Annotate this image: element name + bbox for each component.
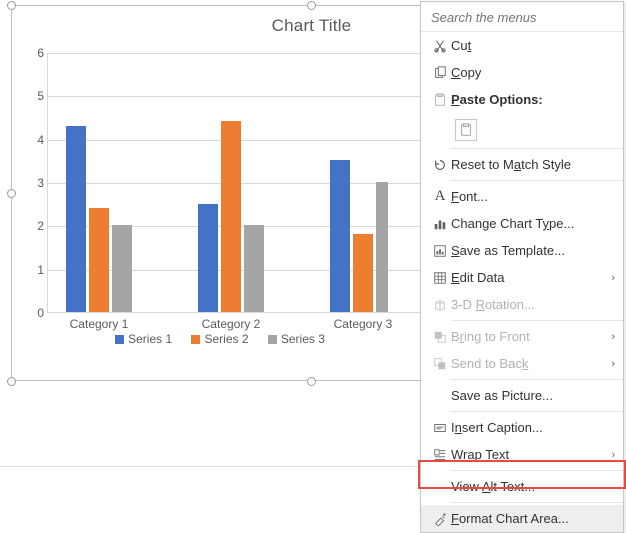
legend-label: Series 1 [128, 332, 172, 346]
x-axis-category-label: Category 2 [181, 317, 281, 331]
caption-icon [429, 421, 451, 435]
plot-area[interactable]: 0123456Category 1Category 2Category 3 [47, 53, 420, 313]
menu-label: Reset to Match Style [451, 157, 615, 172]
menu-item-paste-options: Paste Options: [421, 86, 623, 113]
gridline [48, 96, 420, 97]
y-axis-tick-label: 2 [30, 219, 44, 233]
menu-item-wrap-text[interactable]: Wrap Text › [421, 441, 623, 468]
menu-item-3d-rotation: 3-D Rotation... [421, 291, 623, 318]
menu-label: Change Chart Type... [451, 216, 615, 231]
menu-label: Copy [451, 65, 615, 80]
menu-search-box[interactable] [421, 2, 623, 32]
menu-label: Save as Picture... [451, 388, 615, 403]
chart-legend[interactable]: Series 1 Series 2 Series 3 [12, 332, 420, 346]
legend-swatch-series1 [115, 335, 124, 344]
resize-handle-top[interactable] [307, 1, 316, 10]
menu-label: Paste Options: [451, 92, 615, 107]
menu-label: Wrap Text [451, 447, 611, 462]
data-bar[interactable] [244, 225, 264, 312]
menu-item-bring-front: Bring to Front › [421, 323, 623, 350]
data-bar[interactable] [376, 182, 388, 312]
save-template-icon [429, 244, 451, 258]
menu-separator [451, 379, 623, 380]
menu-item-save-picture[interactable]: Save as Picture... [421, 382, 623, 409]
y-axis-tick-label: 4 [30, 133, 44, 147]
menu-label: Cut [451, 38, 615, 53]
y-axis-tick-label: 6 [30, 46, 44, 60]
menu-label: View Alt Text... [451, 479, 615, 494]
bring-front-icon [429, 330, 451, 344]
legend-swatch-series2 [191, 335, 200, 344]
submenu-arrow-icon: › [611, 449, 615, 461]
chart-context-menu: Cut Copy Paste Options: Reset to Match S… [420, 1, 624, 533]
wrap-text-icon [429, 448, 451, 462]
menu-label: Edit Data [451, 270, 611, 285]
resize-handle-left[interactable] [7, 189, 16, 198]
resize-handle-bottom[interactable] [307, 377, 316, 386]
box-3d-icon [429, 298, 451, 312]
menu-search-input[interactable] [429, 6, 615, 28]
data-bar[interactable] [89, 208, 109, 312]
cut-icon [429, 39, 451, 53]
menu-item-insert-caption[interactable]: Insert Caption... [421, 414, 623, 441]
send-back-icon [429, 357, 451, 371]
data-bar[interactable] [353, 234, 373, 312]
paste-options-row [421, 113, 623, 146]
legend-label: Series 3 [281, 332, 325, 346]
menu-separator [451, 411, 623, 412]
menu-item-reset-style[interactable]: Reset to Match Style [421, 151, 623, 178]
submenu-arrow-icon: › [611, 272, 615, 284]
data-bar[interactable] [112, 225, 132, 312]
menu-separator [451, 502, 623, 503]
menu-separator [451, 180, 623, 181]
menu-item-copy[interactable]: Copy [421, 59, 623, 86]
data-bar[interactable] [330, 160, 350, 312]
menu-label: Format Chart Area... [451, 511, 615, 526]
menu-label: Font... [451, 189, 615, 204]
resize-handle-top-left[interactable] [7, 1, 16, 10]
menu-separator [451, 320, 623, 321]
data-bar[interactable] [221, 121, 241, 312]
submenu-arrow-icon: › [611, 331, 615, 343]
chart-type-icon [429, 217, 451, 231]
menu-item-change-chart-type[interactable]: Change Chart Type... [421, 210, 623, 237]
y-axis-tick-label: 5 [30, 89, 44, 103]
data-bar[interactable] [198, 204, 218, 312]
menu-separator [451, 470, 623, 471]
menu-label: Save as Template... [451, 243, 615, 258]
y-axis-tick-label: 1 [30, 263, 44, 277]
x-axis-category-label: Category 1 [49, 317, 149, 331]
menu-label: Send to Back [451, 356, 611, 371]
reset-icon [429, 158, 451, 172]
legend-swatch-series3 [268, 335, 277, 344]
paste-icon [429, 93, 451, 107]
y-axis-tick-label: 0 [30, 306, 44, 320]
menu-label: 3-D Rotation... [451, 297, 615, 312]
menu-item-format-chart-area[interactable]: Format Chart Area... [421, 505, 623, 532]
gridline [48, 53, 420, 54]
menu-label: Bring to Front [451, 329, 611, 344]
font-icon: A [429, 188, 451, 205]
menu-item-edit-data[interactable]: Edit Data › [421, 264, 623, 291]
menu-item-view-alt-text[interactable]: View Alt Text... [421, 473, 623, 500]
submenu-arrow-icon: › [611, 358, 615, 370]
legend-label: Series 2 [204, 332, 248, 346]
edit-data-icon [429, 271, 451, 285]
menu-label: Insert Caption... [451, 420, 615, 435]
paste-option-button[interactable] [455, 119, 477, 141]
format-area-icon [429, 512, 451, 526]
copy-icon [429, 66, 451, 80]
menu-item-cut[interactable]: Cut [421, 32, 623, 59]
resize-handle-bottom-left[interactable] [7, 377, 16, 386]
menu-item-save-template[interactable]: Save as Template... [421, 237, 623, 264]
x-axis-category-label: Category 3 [313, 317, 413, 331]
y-axis-tick-label: 3 [30, 176, 44, 190]
menu-separator [451, 148, 623, 149]
menu-item-font[interactable]: A Font... [421, 183, 623, 210]
data-bar[interactable] [66, 126, 86, 312]
menu-item-send-back: Send to Back › [421, 350, 623, 377]
